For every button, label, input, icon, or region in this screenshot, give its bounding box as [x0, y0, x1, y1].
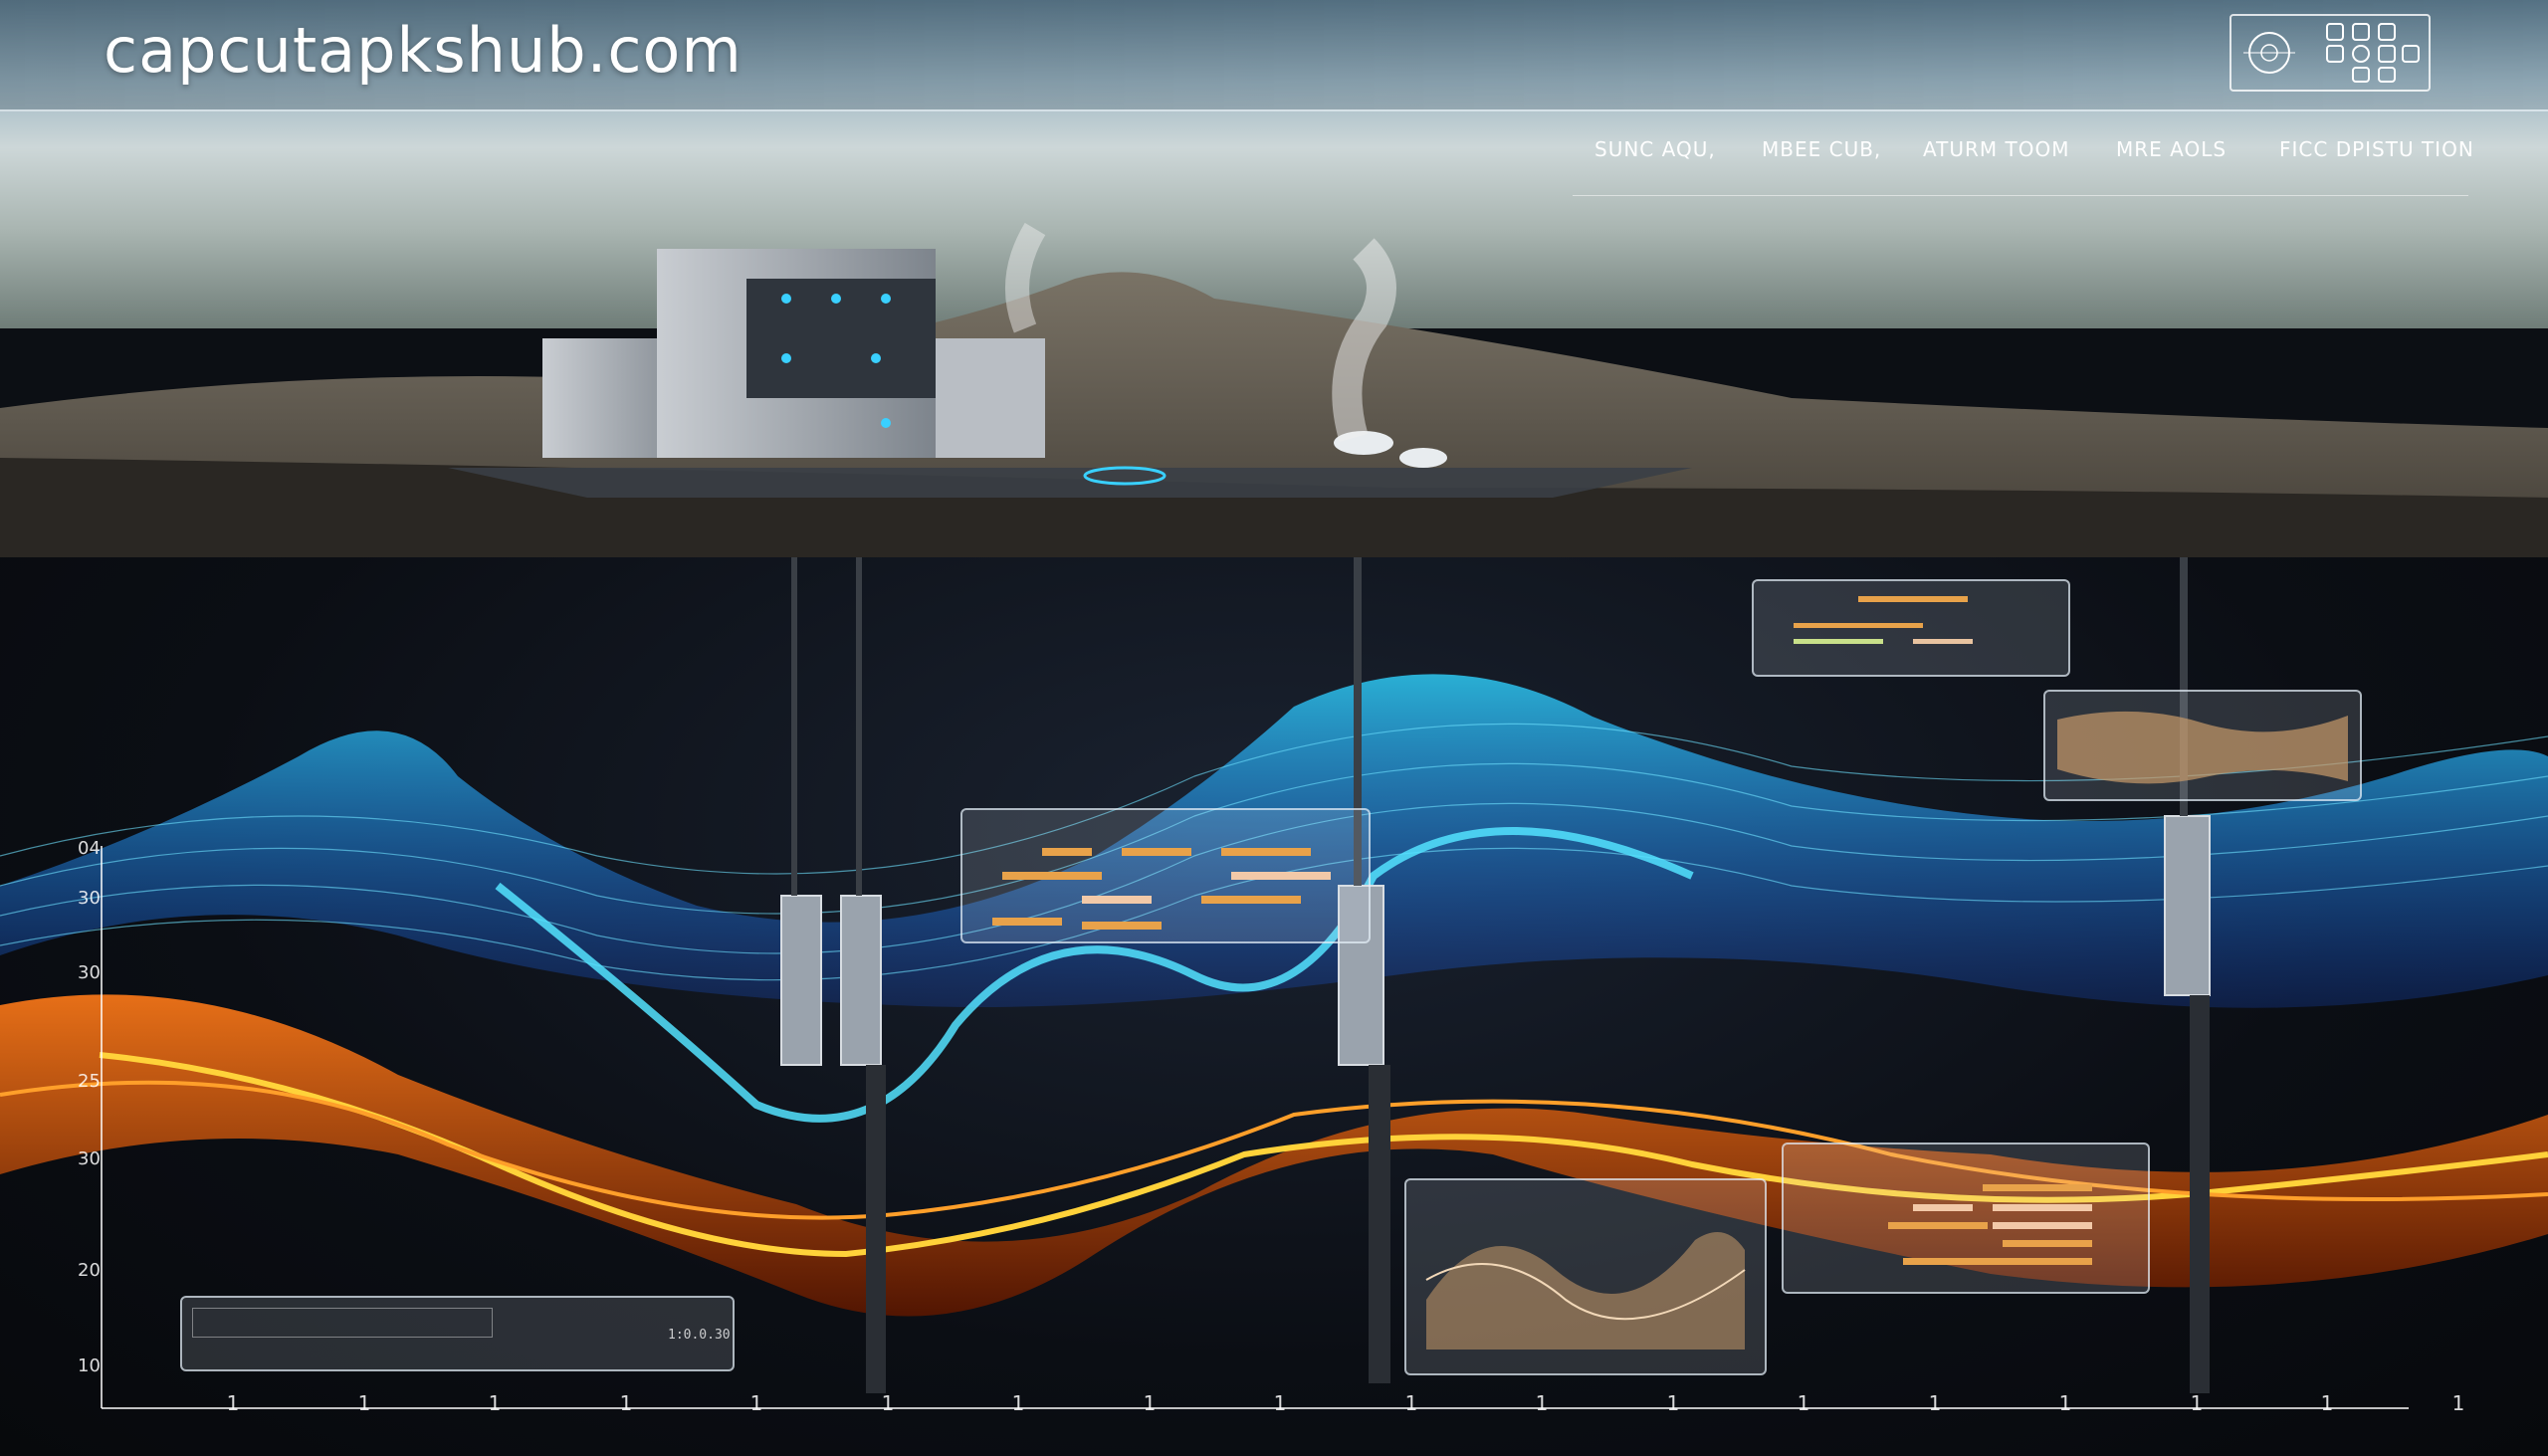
top-nav: SUNC AQU, MBEE CUB, ATURM TOOM MRE AOLS …	[0, 137, 2548, 167]
brand-title[interactable]: capcutapkshub.com	[104, 14, 743, 87]
y-axis-label-6: 20	[78, 1260, 101, 1281]
nav-item-5[interactable]: FICC DPISTU TION	[2279, 137, 2474, 161]
x-axis-tick-label: 1	[1535, 1391, 1549, 1415]
bar-panel-center[interactable]	[960, 808, 1371, 943]
x-axis-tick-label: 1	[1797, 1391, 1810, 1415]
x-axis-tick-label: 1	[1273, 1391, 1287, 1415]
x-axis-tick-label: 1	[357, 1391, 371, 1415]
x-axis-tick-label: 1	[881, 1391, 895, 1415]
emblem-grid-icon[interactable]	[2230, 14, 2431, 92]
y-axis-label-1: 04	[78, 838, 101, 859]
x-axis-tick-label: 1	[2320, 1391, 2334, 1415]
heatmap-panel-right[interactable]	[2043, 690, 2362, 801]
terrain-landscape	[0, 222, 2548, 577]
y-axis-label-2: 30	[78, 888, 101, 909]
waveform-panel-bottom[interactable]	[1404, 1178, 1767, 1375]
x-axis-tick-label: 1	[1928, 1391, 1942, 1415]
nav-item-2[interactable]: MBEE CUB,	[1762, 137, 1881, 161]
x-axis-tick-label: 1	[2190, 1391, 2204, 1415]
header-bar: capcutapkshub.com	[0, 0, 2548, 111]
x-axis-tick-label: 1	[1404, 1391, 1418, 1415]
x-axis-tick-label: 1	[619, 1391, 633, 1415]
nav-item-4[interactable]: MRE AOLS	[2116, 137, 2227, 161]
status-panel-value: 1:0.0.30	[668, 1328, 731, 1343]
y-axis-label-4: 25	[78, 1071, 101, 1092]
bar-panel-bottom-right[interactable]	[1782, 1143, 2150, 1294]
power-plant-building	[542, 249, 1045, 458]
x-axis-tick-label: 1	[2451, 1391, 2465, 1415]
x-axis-tick-label: 1	[2058, 1391, 2072, 1415]
x-axis-tick-label: 1	[749, 1391, 763, 1415]
info-panel-top-right[interactable]	[1752, 579, 2070, 677]
nav-item-1[interactable]: SUNC AQU,	[1594, 137, 1716, 161]
x-axis-tick-label: 1	[1143, 1391, 1157, 1415]
x-axis-tick-label: 1	[1666, 1391, 1680, 1415]
y-axis-label-7: 10	[78, 1355, 101, 1376]
x-axis-tick-label: 1	[226, 1391, 240, 1415]
nav-item-3[interactable]: ATURM TOOM	[1923, 137, 2069, 161]
status-inner-box	[192, 1308, 493, 1338]
y-axis-label-3: 30	[78, 962, 101, 983]
x-axis-tick-label: 1	[1011, 1391, 1025, 1415]
y-axis-label-5: 30	[78, 1148, 101, 1169]
status-panel-bottom-left[interactable]: 1:0.0.30	[180, 1296, 735, 1371]
x-axis-tick-label: 1	[488, 1391, 502, 1415]
